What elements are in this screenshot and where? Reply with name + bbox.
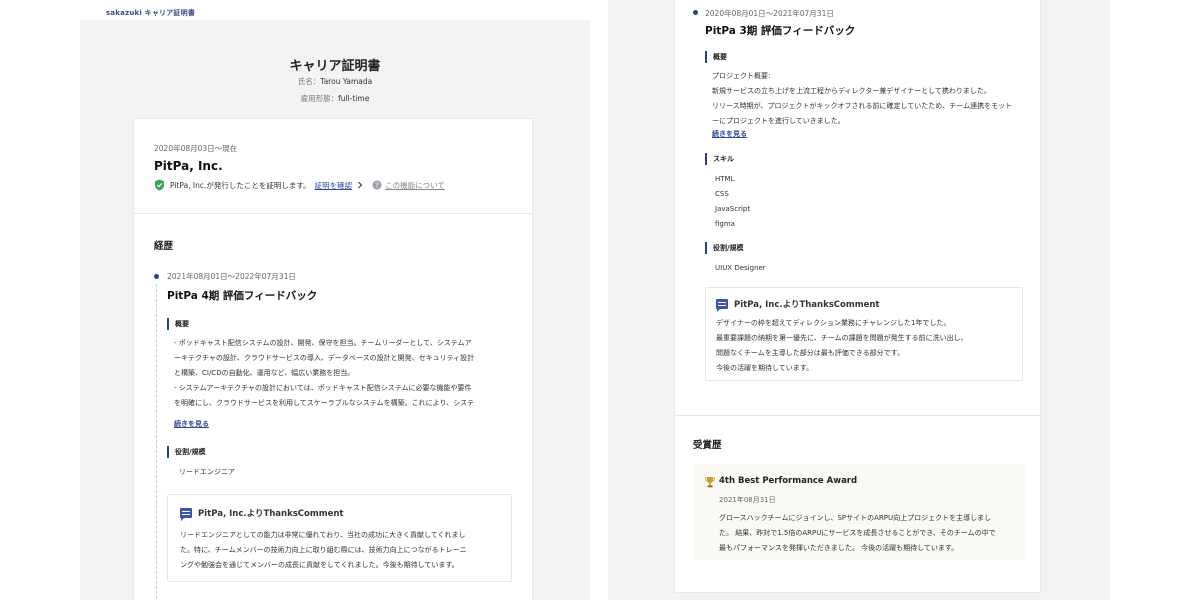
shield-check-icon bbox=[155, 179, 164, 191]
overview-line: - ポッドキャスト配信システムの設計、開発、保守を担当。チームリーダーとして、シ… bbox=[174, 339, 472, 347]
thanks-comment-box: PitPa, Inc.よりThanksComment デザイナーの枠を超えてディ… bbox=[705, 287, 1023, 381]
overview-line: ーにプロジェクトを進行していきました。 bbox=[712, 117, 845, 125]
award-line: 最もパフォーマンスを発揮いただきました。 今後の活躍も期待しています。 bbox=[719, 544, 959, 552]
thanks-line: 最重要課題の納期を第一優先に、チームの課題を問題が発生する前に洗い出し、 bbox=[716, 334, 968, 342]
thanks-line: 今後の活躍を期待しています。 bbox=[716, 364, 814, 372]
role-heading: 役割/規模 bbox=[167, 446, 206, 458]
company-name: PitPa, Inc. bbox=[154, 159, 223, 173]
thanks-comment-title: PitPa, Inc.よりThanksComment bbox=[734, 300, 880, 310]
page-title: キャリア証明書 bbox=[289, 59, 381, 74]
overview-heading: 概要 bbox=[167, 318, 189, 330]
thanks-comment-header: PitPa, Inc.よりThanksComment bbox=[716, 298, 880, 312]
overview-line: プロジェクト概要: bbox=[712, 72, 771, 80]
awards-card: 受賞歴 4th Best Performance Award 2021年08月3… bbox=[674, 415, 1041, 593]
name-row: 氏名：Tarou Yamada bbox=[80, 76, 590, 87]
thanks-comment-header: PitPa, Inc.よりThanksComment bbox=[180, 507, 344, 521]
award-description: グロースハックチームにジョインし、SPサイトのARPU向上プロジェクトを主導しま… bbox=[719, 511, 1019, 556]
thanks-line: リードエンジニアとしての能力は非常に優れており、当社の成功に大きく貢献してくれま… bbox=[180, 531, 466, 539]
overview-text: プロジェクト概要: 新規サービスの立ち上げを上流工程からディレクター兼デザイナー… bbox=[712, 69, 1032, 129]
thanks-line: ングや勉強会を通じてメンバーの成長に貢献をしてくれました。今後も期待しています。 bbox=[180, 561, 459, 569]
entry-title: PitPa 3期 評価フィードバック bbox=[705, 25, 856, 37]
thanks-line: た。特に、チームメンバーの技術力向上に取り組む際には、技術力向上につながるトレー… bbox=[180, 546, 467, 554]
award-line: た。 結果、昨対で1.5倍のARPUにサービスを成長させることができ、そのチーム… bbox=[719, 529, 996, 537]
verify-row: PitPa, Inc.が発行したことを証明します。 証明を確認 ? この機能につ… bbox=[154, 179, 445, 191]
name-value: Tarou Yamada bbox=[320, 77, 373, 86]
career-card: 経歴 2021年08月01日〜2022年07月31日 PitPa 4期 評価フィ… bbox=[133, 213, 533, 600]
thanks-comment-text: リードエンジニアとしての能力は非常に優れており、当社の成功に大きく貢献してくれま… bbox=[180, 528, 505, 573]
read-more-link[interactable]: 続きを見る bbox=[712, 129, 747, 139]
award-line: グロースハックチームにジョインし、SPサイトのARPU向上プロジェクトを主導しま… bbox=[719, 514, 992, 522]
overview-line: - システムアーキテクチャの設計においては、ポッドキャスト配信システムに必要な機… bbox=[174, 384, 472, 392]
company-card: 2020年08月03日〜現在 PitPa, Inc. PitPa, Inc.が発… bbox=[133, 118, 533, 214]
overview-text: - ポッドキャスト配信システムの設計、開発、保守を担当。チームリーダーとして、シ… bbox=[174, 336, 519, 411]
thanks-comment-text: デザイナーの枠を超えてディレクション業務にチャレンジした1年でした。 最重要課題… bbox=[716, 316, 1016, 376]
brand-logo-suffix: キャリア証明書 bbox=[144, 9, 196, 17]
left-panel: sakazuki キャリア証明書 キャリア証明書 氏名：Tarou Yamada… bbox=[80, 0, 590, 600]
career-section-title: 経歴 bbox=[154, 241, 174, 252]
role-value: UIUX Designer bbox=[715, 264, 766, 272]
career-card-continued: 2020年08月01日〜2021年07月31日 PitPa 3期 評価フィードバ… bbox=[674, 0, 1041, 416]
employment-type-row: 雇用形態：full-time bbox=[80, 93, 590, 104]
skills-heading: スキル bbox=[705, 153, 734, 165]
chevron-right-icon[interactable] bbox=[356, 181, 364, 189]
role-value: リードエンジニア bbox=[179, 468, 235, 476]
chat-icon bbox=[180, 508, 192, 521]
overview-line: ーキテクチャの設計、クラウドサービスの導入、データベースの設計と開発、セキュリテ… bbox=[174, 354, 475, 362]
role-heading: 役割/規模 bbox=[705, 242, 744, 254]
skill-item: HTML bbox=[715, 175, 735, 183]
employment-type-label: 雇用形態 bbox=[300, 94, 331, 103]
timeline-line bbox=[156, 284, 157, 600]
thanks-comment-title: PitPa, Inc.よりThanksComment bbox=[198, 509, 344, 519]
name-label: 氏名 bbox=[297, 77, 313, 86]
overview-line: 新規サービスの立ち上げを上流工程からディレクター兼デザイナーとして携わりました。 bbox=[712, 87, 991, 95]
entry-title: PitPa 4期 評価フィードバック bbox=[167, 290, 318, 302]
thanks-line: デザイナーの枠を超えてディレクション業務にチャレンジした1年でした。 bbox=[716, 319, 951, 327]
overview-line: と構築、CI/CDの自動化、運用など、幅広い業務を担当。 bbox=[174, 369, 355, 377]
thanks-comment-box: PitPa, Inc.よりThanksComment リードエンジニアとしての能… bbox=[167, 494, 512, 582]
trophy-icon bbox=[705, 477, 715, 488]
entry-period: 2020年08月01日〜2021年07月31日 bbox=[705, 9, 834, 18]
skill-item: figma bbox=[715, 220, 735, 228]
skill-item: JavaScript bbox=[715, 205, 751, 213]
award-item: 4th Best Performance Award 2021年08月31日 グ… bbox=[693, 464, 1025, 560]
brand-logo[interactable]: sakazuki キャリア証明書 bbox=[106, 8, 195, 18]
help-circle-icon[interactable]: ? bbox=[372, 180, 382, 190]
awards-section-title: 受賞歴 bbox=[693, 440, 722, 451]
verify-text: PitPa, Inc.が発行したことを証明します。 bbox=[170, 180, 311, 190]
employment-type-value: full-time bbox=[338, 94, 370, 103]
company-period: 2020年08月03日〜現在 bbox=[154, 144, 238, 153]
read-more-link[interactable]: 続きを見る bbox=[174, 419, 209, 429]
award-date: 2021年08月31日 bbox=[719, 496, 776, 504]
timeline-dot bbox=[154, 274, 159, 279]
overview-line: リリース時期が、プロジェクトがキックオフされる前に確定していたため、チーム連携を… bbox=[712, 102, 1013, 110]
verify-link[interactable]: 証明を確認 bbox=[315, 180, 353, 191]
skills-list: HTML CSS JavaScript figma bbox=[715, 172, 750, 232]
chat-icon bbox=[716, 299, 728, 312]
overview-line: を明確にし、クラウドサービスを利用してスケーラブルなシステムを構築。これにより、… bbox=[174, 399, 475, 407]
overview-heading: 概要 bbox=[705, 51, 727, 63]
entry-period: 2021年08月01日〜2022年07月31日 bbox=[167, 272, 296, 281]
svg-text:?: ? bbox=[375, 182, 379, 190]
about-feature-link[interactable]: この機能について bbox=[385, 180, 445, 191]
right-panel: 2020年08月01日〜2021年07月31日 PitPa 3期 評価フィードバ… bbox=[608, 0, 1110, 600]
timeline-dot bbox=[693, 10, 698, 15]
thanks-line: 問題なくチームを主導した部分は最も評価できる部分です。 bbox=[716, 349, 904, 357]
award-title: 4th Best Performance Award bbox=[719, 476, 858, 486]
skill-item: CSS bbox=[715, 190, 729, 198]
brand-logo-text: sakazuki bbox=[106, 9, 142, 17]
